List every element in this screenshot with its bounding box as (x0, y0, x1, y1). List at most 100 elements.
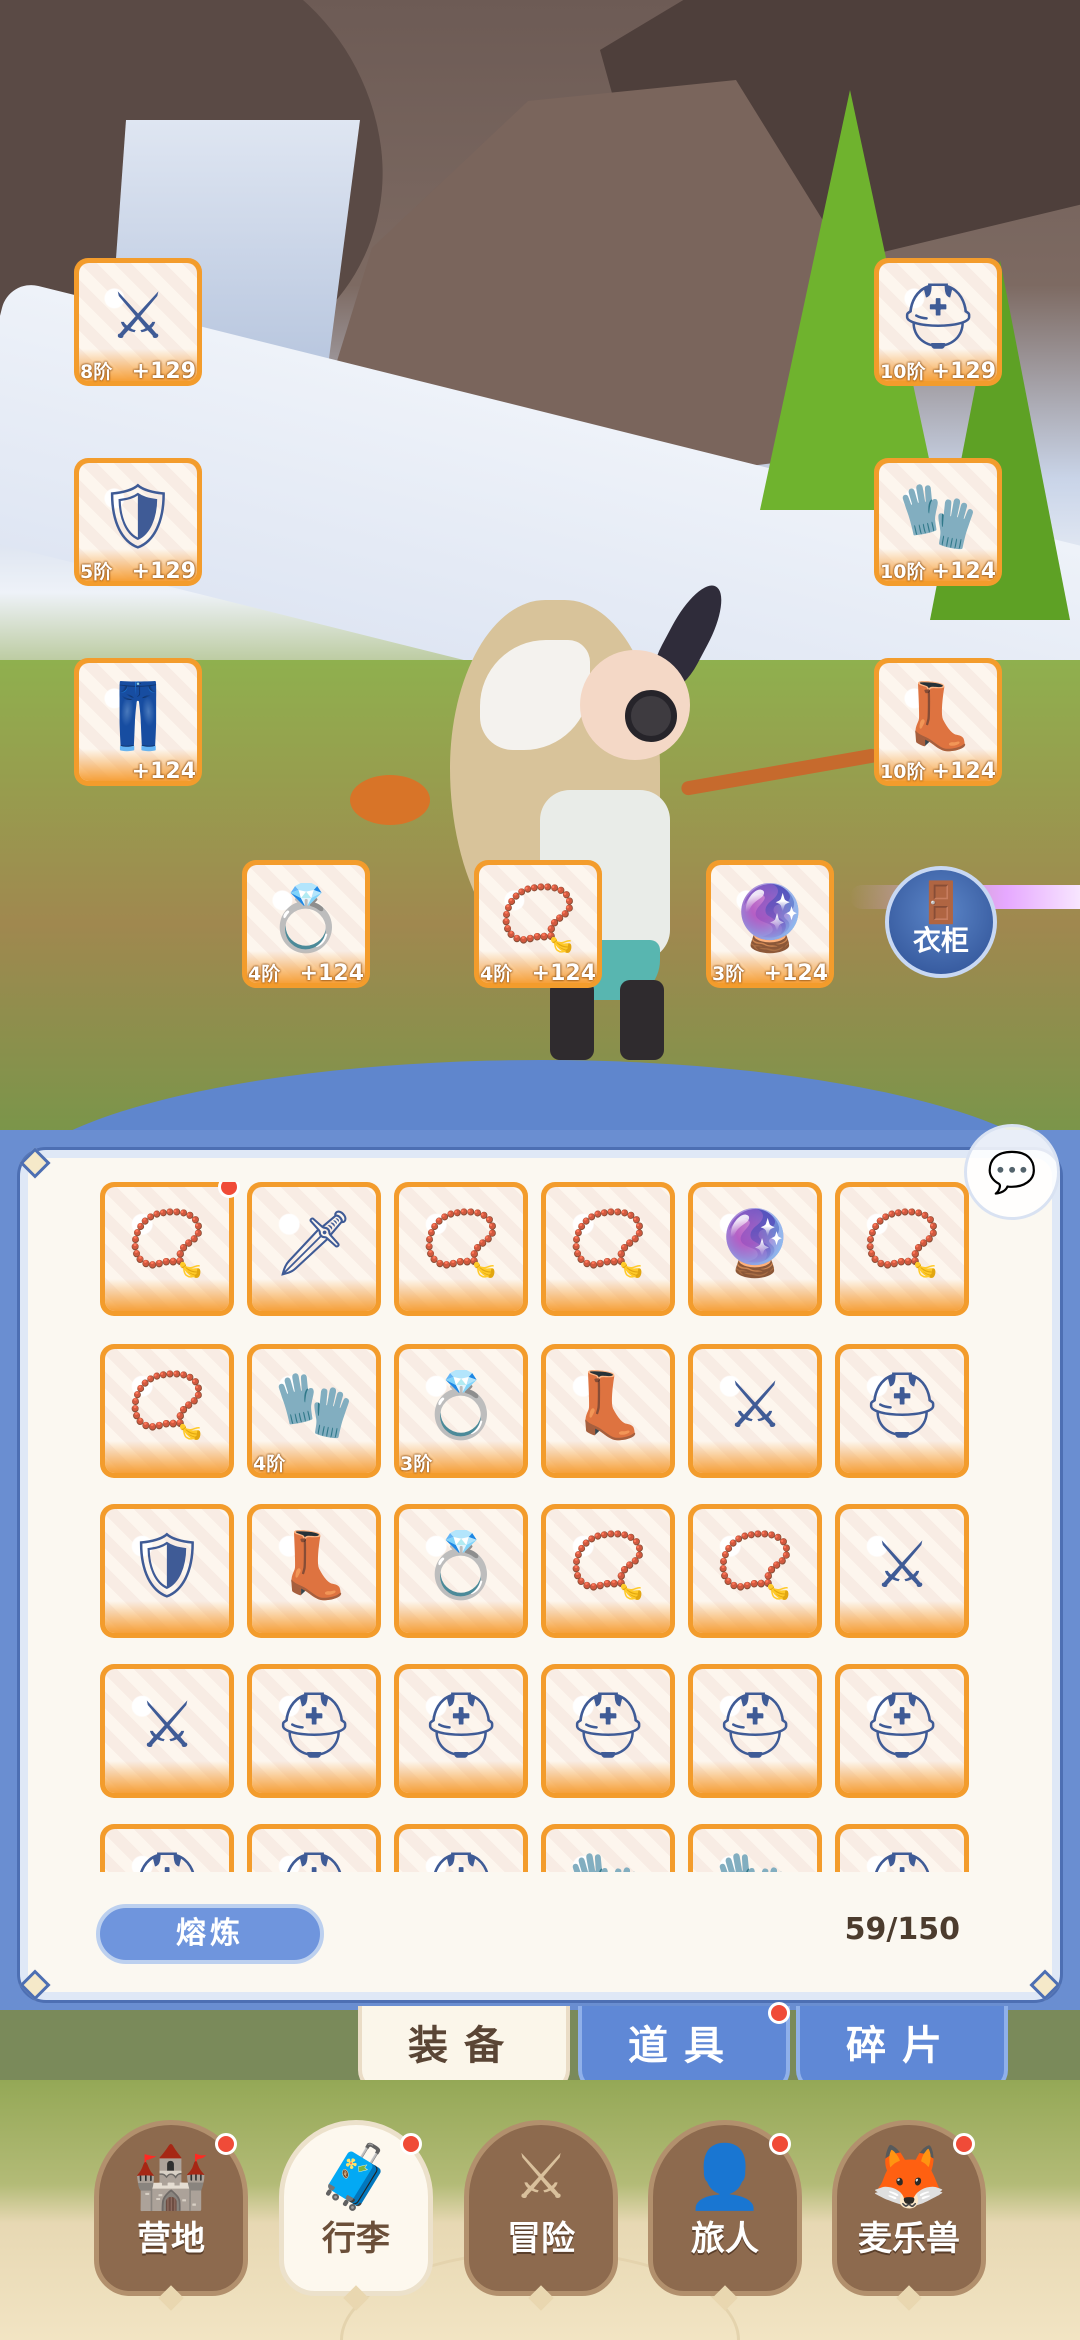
headphone-icon (625, 690, 677, 742)
tier-label: 4阶 (480, 963, 513, 985)
inventory-item[interactable]: 👢 (247, 1504, 381, 1638)
notification-badge (769, 2133, 791, 2155)
pumpkin-icon (350, 775, 430, 825)
pants-icon: 👖 (98, 680, 178, 755)
slot-background: 📿 (399, 1187, 523, 1311)
character-leg (620, 980, 664, 1060)
slot-background: 📿 (693, 1509, 817, 1633)
bonus-label: +124 (299, 961, 364, 986)
equip-slot-bracer[interactable]: 🧤 10阶 +124 (874, 458, 1002, 586)
inventory-item[interactable]: ⛑ (688, 1664, 822, 1798)
item-icon: 👢 (568, 1369, 648, 1444)
inventory-item[interactable]: 🛡 (100, 1504, 234, 1638)
equip-slot-boots[interactable]: 👢 10阶 +124 (874, 658, 1002, 786)
slot-background: ⛑ (840, 1669, 964, 1793)
nav-camp[interactable]: 🏰 营地 (94, 2120, 248, 2311)
slot-background: ⛑ (252, 1829, 376, 1872)
item-icon: 📿 (568, 1207, 648, 1282)
tier-label: 3阶 (712, 963, 745, 985)
inventory-item[interactable]: ⛑ (835, 1344, 969, 1478)
slot-background: ⚔ (693, 1349, 817, 1473)
item-icon: ⛑ (861, 1854, 942, 1872)
inventory-item[interactable]: ⛑ (247, 1664, 381, 1798)
bonus-label: +129 (931, 359, 996, 384)
inventory-item[interactable]: 📿 (541, 1504, 675, 1638)
slot-background: 🛡 (105, 1509, 229, 1633)
notification-badge (768, 2002, 790, 2024)
item-icon: 🗡 (273, 1207, 355, 1282)
tier-label: 10阶 (880, 761, 926, 783)
nav-label: 行李 (322, 2219, 390, 2259)
inventory-item[interactable]: 💍 3阶 (394, 1344, 528, 1478)
nav-label: 营地 (137, 2219, 205, 2259)
slot-background: 📿 (840, 1187, 964, 1311)
inventory-item[interactable]: 👢 (541, 1344, 675, 1478)
equip-slot-pants[interactable]: 👖 +124 (74, 658, 202, 786)
item-icon: ⚔ (138, 1689, 196, 1764)
inventory-item[interactable]: ⚔ (688, 1344, 822, 1478)
inventory-item[interactable]: 💍 (394, 1504, 528, 1638)
equip-slot-necklace[interactable]: 📿 4阶 +124 (474, 860, 602, 988)
equip-slot-helmet[interactable]: ⛑ 10阶 +129 (874, 258, 1002, 386)
inventory-item[interactable]: 📿 (688, 1504, 822, 1638)
item-icon: 💍 (421, 1529, 501, 1604)
inventory-item[interactable]: ⛑ (247, 1824, 381, 1872)
bonus-label: +124 (763, 961, 828, 986)
inventory-item[interactable]: 🗡 (247, 1182, 381, 1316)
nav-label: 麦乐兽 (858, 2219, 960, 2259)
inventory-item[interactable]: 🧤 4阶 (247, 1344, 381, 1478)
slot-background: 👢 (252, 1509, 376, 1633)
smelt-button[interactable]: 熔炼 (96, 1904, 324, 1964)
inventory-item[interactable]: 📿 (100, 1182, 240, 1316)
notification-badge (400, 2133, 422, 2155)
boots-icon: 👢 (898, 680, 978, 755)
slot-background: 🧤 (546, 1829, 670, 1872)
nav-pet[interactable]: 🦊 麦乐兽 (832, 2120, 986, 2311)
inventory-item[interactable]: ⛑ (100, 1824, 234, 1872)
wardrobe-button[interactable]: 🚪 衣柜 (885, 866, 997, 978)
inventory-item[interactable]: ⚔ (100, 1664, 234, 1798)
nav-traveler[interactable]: 👤 旅人 (648, 2120, 802, 2311)
item-icon: 📿 (127, 1207, 207, 1282)
inventory-item[interactable]: ⚔ (835, 1504, 969, 1638)
slot-background: ⛑ (546, 1669, 670, 1793)
inventory-item[interactable]: ⛑ (541, 1664, 675, 1798)
bracer-icon: 🧤 (898, 480, 978, 555)
slot-background: ⛑ (840, 1349, 964, 1473)
nav-adventure[interactable]: ⚔ 冒险 (464, 2120, 618, 2311)
inventory-item[interactable]: 🧤 (688, 1824, 822, 1872)
slot-background: 🗡 (252, 1187, 376, 1311)
bonus-label: +129 (131, 559, 196, 584)
crossed-swords-icon: ⚔ (513, 2140, 569, 2213)
inventory-item[interactable]: 📿 (100, 1344, 234, 1478)
item-icon: 🛡 (126, 1529, 208, 1604)
inventory-item[interactable]: 📿 (835, 1182, 969, 1316)
inventory-item[interactable]: 🔮 (688, 1182, 822, 1316)
item-icon: 🧤 (715, 1854, 795, 1872)
equip-slot-armor[interactable]: 🛡 5阶 +129 (74, 458, 202, 586)
bonus-label: +124 (531, 961, 596, 986)
equip-slot-weapon[interactable]: ⚔ 8阶 +129 (74, 258, 202, 386)
item-icon: ⛑ (420, 1854, 501, 1872)
slot-background: 📿 (105, 1187, 229, 1311)
slot-background: 📿 (546, 1187, 670, 1311)
inventory-item[interactable]: ⛑ (835, 1664, 969, 1798)
item-icon: ⛑ (273, 1689, 355, 1764)
inventory-item[interactable]: 📿 (394, 1182, 528, 1316)
tier-label: 4阶 (248, 963, 281, 985)
item-icon: ⛑ (861, 1689, 943, 1764)
slot-background: ⚔ (105, 1669, 229, 1793)
helmet-icon: ⛑ (897, 280, 979, 355)
nav-luggage[interactable]: 🧳 行李 (279, 2120, 433, 2311)
equip-slot-ring[interactable]: 💍 4阶 +124 (242, 860, 370, 988)
inventory-item[interactable]: ⛑ (835, 1824, 969, 1872)
inventory-item[interactable]: ⛑ (394, 1824, 528, 1872)
inventory-item[interactable]: ⛑ (394, 1664, 528, 1798)
item-icon: ⛑ (420, 1689, 502, 1764)
slot-background: ⛑ (840, 1829, 964, 1872)
inventory-item[interactable]: 📿 (541, 1182, 675, 1316)
chat-bubble-icon: 💬 (987, 1150, 1037, 1196)
equip-slot-charm[interactable]: 🔮 3阶 +124 (706, 860, 834, 988)
inventory-grid: 📿 🗡 📿 📿 🔮 📿 📿 🧤 4阶 💍 3阶 👢 ⚔ ⛑ 🛡 👢 💍 📿 📿 ⚔ ⚔ ⛑ ⛑ ⛑ ⛑ ⛑ ⛑ ⛑ ⛑ 🧤 🧤 ⛑ (100, 1182, 980, 1872)
inventory-item[interactable]: 🧤 (541, 1824, 675, 1872)
